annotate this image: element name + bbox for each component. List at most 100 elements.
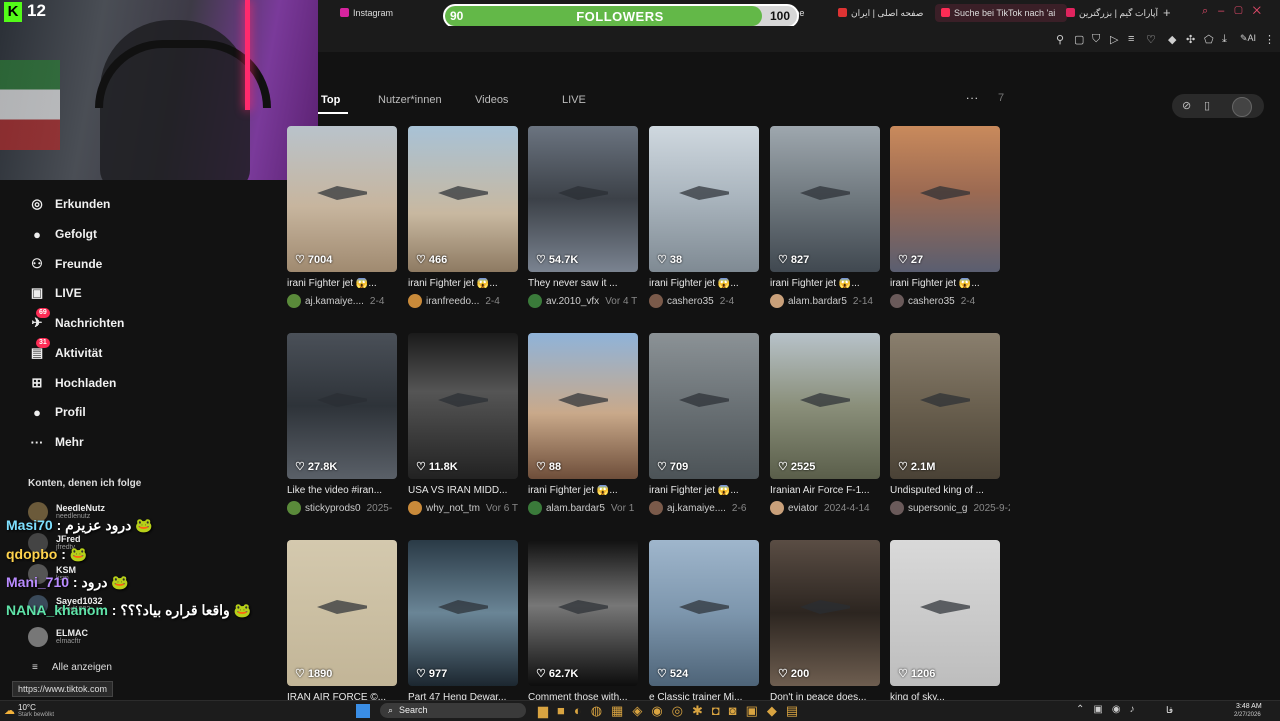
video-author[interactable]: eviator <box>788 503 818 514</box>
bookmark-icon[interactable]: ⚲ <box>1056 33 1064 46</box>
language-indicator[interactable]: فا <box>1166 705 1173 716</box>
browser-tab[interactable]: صفحه اصلی | ایران <box>838 4 932 22</box>
video-card[interactable]: ♡ 11.8K USA VS IRAN MIDD... why_not_tm Vor … <box>408 333 518 515</box>
more-options-button[interactable]: ... <box>966 88 979 102</box>
video-author[interactable]: why_not_tm <box>426 503 480 514</box>
tab-top[interactable]: Top <box>321 94 340 106</box>
video-thumbnail[interactable]: ♡ 524 <box>649 540 759 686</box>
video-title[interactable]: irani Fighter jet 😱... <box>890 278 1010 289</box>
system-tray-icons[interactable]: ⌃▣◉♪ <box>1076 704 1144 715</box>
video-thumbnail[interactable]: ♡ 88 <box>528 333 638 479</box>
avatar[interactable] <box>287 501 301 515</box>
new-tab-button[interactable]: + <box>1163 5 1171 20</box>
video-card[interactable]: ♡ 977 Part 47 Heng Dewar... <box>408 540 518 703</box>
video-thumbnail[interactable]: ♡ 2525 <box>770 333 880 479</box>
taskbar-app-icons[interactable]: ▆■◐◍▦◈◉◎✱◘◙▣◆▤ <box>538 703 807 719</box>
video-card[interactable]: ♡ 524 e Classic trainer Mi... <box>649 540 759 703</box>
sidebar-item-nachrichten[interactable]: ✈ 69 Nachrichten <box>28 308 124 334</box>
video-title[interactable]: Iranian Air Force F-1... <box>770 485 890 496</box>
video-card[interactable]: ♡ 62.7K Comment those with... <box>528 540 638 703</box>
sidebar-item-freunde[interactable]: ⚇ Freunde <box>28 253 102 275</box>
show-all-link[interactable]: ≡ Alle anzeigen <box>32 662 112 673</box>
video-thumbnail[interactable]: ♡ 7004 <box>287 126 397 272</box>
video-author[interactable]: cashero35 <box>908 296 955 307</box>
browser-tab[interactable]: Instagram <box>340 4 420 22</box>
video-author[interactable]: supersonic_g <box>908 503 967 514</box>
video-title[interactable]: irani Fighter jet 😱... <box>528 485 648 496</box>
avatar[interactable] <box>287 294 301 308</box>
video-author[interactable]: alam.bardar5 <box>788 296 847 307</box>
video-title[interactable]: Like the video #iran... <box>287 485 407 496</box>
avatar[interactable] <box>1232 97 1252 117</box>
video-card[interactable]: ♡ 88 irani Fighter jet 😱... alam.bardar5 Vo… <box>528 333 638 515</box>
video-author[interactable]: stickyprods0 <box>305 503 361 514</box>
heart-icon[interactable]: ♡ <box>1146 33 1156 46</box>
video-title[interactable]: irani Fighter jet 😱... <box>649 485 769 496</box>
avatar[interactable] <box>408 294 422 308</box>
video-card[interactable]: ♡ 7004 irani Fighter jet 😱... aj.kamaiye..… <box>287 126 397 308</box>
video-title[interactable]: Undisputed king of ... <box>890 485 1010 496</box>
avatar[interactable] <box>890 294 904 308</box>
video-thumbnail[interactable]: ♡ 62.7K <box>528 540 638 686</box>
sidebar-item-gefolgt[interactable]: ● Gefolgt <box>28 223 97 245</box>
video-author[interactable]: cashero35 <box>667 296 714 307</box>
video-card[interactable]: ♡ 38 irani Fighter jet 😱... cashero35 2-4 <box>649 126 759 308</box>
shield-icon[interactable]: ⛉ <box>1092 33 1100 46</box>
sidebar-item-mehr[interactable]: ··· Mehr <box>28 431 84 453</box>
avatar[interactable] <box>770 294 784 308</box>
video-thumbnail[interactable]: ♡ 977 <box>408 540 518 686</box>
video-thumbnail[interactable]: ♡ 27 <box>890 126 1000 272</box>
ai-icon[interactable]: ✎AI <box>1240 33 1256 44</box>
taskbar-search[interactable]: ⌕ Search <box>380 703 526 718</box>
video-title[interactable]: irani Fighter jet 😱... <box>649 278 769 289</box>
phone-icon[interactable]: ▯ <box>1204 99 1210 112</box>
video-title[interactable]: USA VS IRAN MIDD... <box>408 485 528 496</box>
video-card[interactable]: ♡ 466 irani Fighter jet 😱... iranfreedo...… <box>408 126 518 308</box>
sidebar-item-erkunden[interactable]: ◎ Erkunden <box>28 193 110 215</box>
sidebar-item-profil[interactable]: ● Profil <box>28 401 86 423</box>
settings-icon[interactable]: ⊘ <box>1182 99 1191 112</box>
tab-users[interactable]: Nutzer*innen <box>378 94 442 106</box>
avatar[interactable] <box>408 501 422 515</box>
video-card[interactable]: ♡ 27.8K Like the video #iran... stickyprod… <box>287 333 397 515</box>
video-thumbnail[interactable]: ♡ 38 <box>649 126 759 272</box>
avatar[interactable] <box>649 294 663 308</box>
video-author[interactable]: iranfreedo... <box>426 296 479 307</box>
avatar[interactable] <box>770 501 784 515</box>
video-card[interactable]: ♡ 2.1M Undisputed king of ... supersonic_g… <box>890 333 1010 515</box>
video-card[interactable]: ♡ 54.7K They never saw it ... av.2010_vfx V… <box>528 126 638 308</box>
browser-tab[interactable]: آپارات گیم | بزرگترین <box>1066 4 1158 22</box>
sidebar-item-live[interactable]: ▣ LIVE <box>28 282 82 304</box>
clock-time[interactable]: 3:48 AM <box>1236 703 1262 710</box>
browser-tab[interactable]: Suche bei TikTok nach 'ai <box>935 4 1067 22</box>
tab-videos[interactable]: Videos <box>475 94 508 106</box>
video-thumbnail[interactable]: ♡ 1206 <box>890 540 1000 686</box>
video-thumbnail[interactable]: ♡ 27.8K <box>287 333 397 479</box>
video-thumbnail[interactable]: ♡ 709 <box>649 333 759 479</box>
diamond-icon[interactable]: ◆ <box>1168 33 1176 46</box>
clock-date[interactable]: 2/27/2026 <box>1234 712 1261 718</box>
video-thumbnail[interactable]: ♡ 54.7K <box>528 126 638 272</box>
video-author[interactable]: aj.kamaiye.... <box>667 503 726 514</box>
video-title[interactable]: irani Fighter jet 😱... <box>408 278 528 289</box>
video-author[interactable]: aj.kamaiye.... <box>305 296 364 307</box>
list-icon[interactable]: ≡ <box>1128 33 1134 45</box>
avatar[interactable] <box>528 294 542 308</box>
video-title[interactable]: They never saw it ... <box>528 278 648 289</box>
video-thumbnail[interactable]: ♡ 2.1M <box>890 333 1000 479</box>
download-icon[interactable]: ⤓ <box>1222 33 1227 46</box>
video-thumbnail[interactable]: ♡ 827 <box>770 126 880 272</box>
video-card[interactable]: ♡ 1206 king of sky... <box>890 540 1000 703</box>
video-thumbnail[interactable]: ♡ 11.8K <box>408 333 518 479</box>
video-thumbnail[interactable]: ♡ 466 <box>408 126 518 272</box>
tag-icon[interactable]: ⬠ <box>1204 33 1214 46</box>
video-thumbnail[interactable]: ♡ 1890 <box>287 540 397 686</box>
screenshot-icon[interactable]: ▢ <box>1074 33 1084 46</box>
video-author[interactable]: alam.bardar5 <box>546 503 605 514</box>
video-card[interactable]: ♡ 1890 IRAN AIR FORCE ©... <box>287 540 397 703</box>
sidebar-item-aktivit-t[interactable]: ▤ 31 Aktivität <box>28 338 102 364</box>
followed-account[interactable]: ELMAC elmacftr <box>28 625 88 649</box>
tab-live[interactable]: LIVE <box>562 94 586 106</box>
video-card[interactable]: ♡ 827 irani Fighter jet 😱... alam.bardar5 2… <box>770 126 880 308</box>
play-icon[interactable]: ▷ <box>1110 33 1118 46</box>
